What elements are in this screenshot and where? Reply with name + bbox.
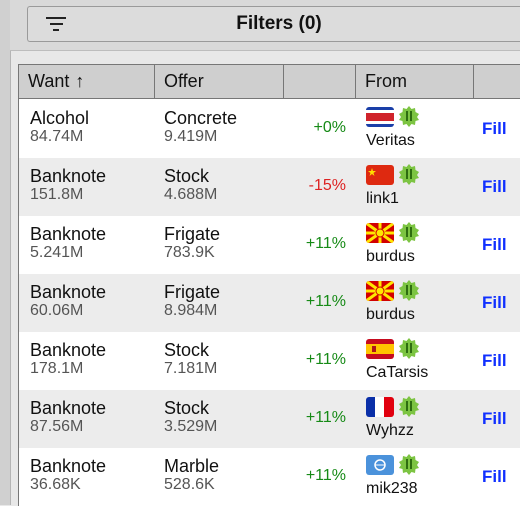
want-quantity: 5.241M [30,244,84,261]
want-quantity: 87.56M [30,418,84,435]
filters-label: Filters (0) [236,13,322,34]
want-cell: Banknote 60.06M [30,282,106,320]
header-want[interactable]: Want ↑ [19,65,155,99]
price-percent: +11% [305,467,346,484]
macedonia-flag-icon [366,223,394,243]
want-quantity: 151.8M [30,186,84,203]
offer-quantity: 9.419M [164,128,218,145]
fill-button[interactable]: Fill [482,467,507,487]
trader-name[interactable]: Veritas [366,132,415,150]
costa-rica-flag-icon [366,107,394,127]
table-row: Banknote 60.06M Frigate 8.984M +11% burd… [19,274,520,332]
trader-name[interactable]: link1 [366,190,399,208]
un-flag-icon [366,455,394,475]
offer-item: Stock [164,166,210,186]
table-row: Alcohol 84.74M Concrete 9.419M +0% Verit… [19,100,520,158]
want-item: Banknote [30,456,107,476]
offers-table: Want ↑ Offer From Alcohol 84.74M Concret… [18,64,520,506]
want-quantity: 178.1M [30,360,84,377]
want-cell: Banknote 87.56M [30,398,106,436]
fill-button[interactable]: Fill [482,351,507,371]
table-row: Banknote 87.56M Stock 3.529M +11% Wyhzz … [19,390,520,448]
offer-quantity: 7.181M [164,360,218,377]
fill-button[interactable]: Fill [482,119,507,139]
verified-badge-icon [398,163,420,185]
price-percent: +11% [305,409,346,426]
want-item: Banknote [30,282,107,302]
want-cell: Banknote 5.241M [30,224,106,262]
verified-badge-icon [398,221,420,243]
table-row: Banknote 36.68K Marble 528.6K +11% mik23… [19,448,520,506]
filters-bar: Filters (0) [10,0,520,51]
left-scrollbar[interactable] [0,0,11,505]
trader-name[interactable]: burdus [366,306,415,324]
offer-item: Stock [164,398,210,418]
offer-cell: Marble 528.6K [164,456,219,494]
want-item: Banknote [30,398,107,418]
offer-cell: Stock 7.181M [164,340,217,378]
offer-item: Marble [164,456,220,476]
offer-quantity: 3.529M [164,418,218,435]
verified-badge-icon [398,453,420,475]
want-quantity: 60.06M [30,302,84,319]
filter-icon [46,17,66,31]
sort-ascending-icon: ↑ [75,71,85,91]
want-item: Banknote [30,166,107,186]
price-percent: -15% [308,177,346,194]
offer-quantity: 528.6K [164,476,215,493]
offer-quantity: 8.984M [164,302,218,319]
filters-button[interactable]: Filters (0) [27,6,520,42]
offer-cell: Concrete 9.419M [164,108,237,146]
offer-quantity: 783.9K [164,244,215,261]
table-row: Banknote 151.8M Stock 4.688M -15% link1 … [19,158,520,216]
table-row: Banknote 5.241M Frigate 783.9K +11% burd… [19,216,520,274]
fill-button[interactable]: Fill [482,235,507,255]
offer-item: Frigate [164,224,221,244]
header-offer[interactable]: Offer [154,65,284,99]
offer-item: Stock [164,340,210,360]
trader-name[interactable]: CaTarsis [366,364,428,382]
price-percent: +11% [305,235,346,252]
want-cell: Banknote 178.1M [30,340,106,378]
price-percent: +11% [305,351,346,368]
want-quantity: 84.74M [30,128,84,145]
offer-cell: Frigate 783.9K [164,224,220,262]
trader-name[interactable]: Wyhzz [366,422,414,440]
offer-item: Concrete [164,108,238,128]
offer-cell: Stock 4.688M [164,166,217,204]
header-percent[interactable] [283,65,356,99]
france-flag-icon [366,397,394,417]
price-percent: +0% [313,119,346,136]
table-row: Banknote 178.1M Stock 7.181M +11% CaTars… [19,332,520,390]
price-percent: +11% [305,293,346,310]
trader-name[interactable]: mik238 [366,480,418,498]
offer-cell: Frigate 8.984M [164,282,220,320]
want-cell: Alcohol 84.74M [30,108,89,146]
want-item: Alcohol [30,108,90,128]
offer-quantity: 4.688M [164,186,218,203]
want-cell: Banknote 151.8M [30,166,106,204]
trader-name[interactable]: burdus [366,248,415,266]
china-flag-icon [366,165,394,185]
fill-button[interactable]: Fill [482,177,507,197]
offer-item: Frigate [164,282,221,302]
want-quantity: 36.68K [30,476,81,493]
verified-badge-icon [398,337,420,359]
fill-button[interactable]: Fill [482,293,507,313]
offer-cell: Stock 3.529M [164,398,217,436]
fill-button[interactable]: Fill [482,409,507,429]
macedonia-flag-icon [366,281,394,301]
trade-panel: Filters (0) Want ↑ Offer From Alcohol 84… [0,0,520,506]
spain-flag-icon [366,339,394,359]
want-item: Banknote [30,340,107,360]
want-item: Banknote [30,224,107,244]
verified-badge-icon [398,105,420,127]
header-action [473,65,520,99]
header-from[interactable]: From [355,65,474,99]
verified-badge-icon [398,395,420,417]
verified-badge-icon [398,279,420,301]
table-header: Want ↑ Offer From [19,65,520,99]
want-cell: Banknote 36.68K [30,456,106,494]
